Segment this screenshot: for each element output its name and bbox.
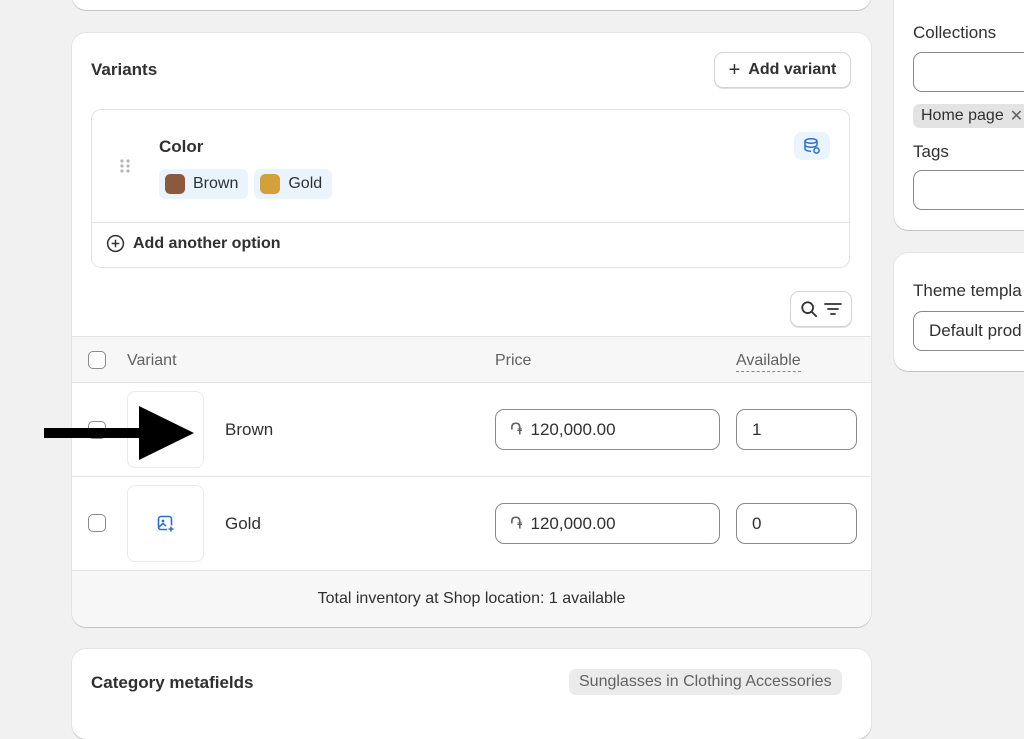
column-available[interactable]: Available	[736, 352, 801, 372]
search-icon	[801, 301, 818, 318]
organization-card: Collections Home page ✕ Tags	[894, 0, 1024, 230]
price-input[interactable]: ֏ 120,000.00	[495, 409, 720, 450]
table-row[interactable]: Gold ֏ 120,000.00 0	[72, 477, 871, 571]
tags-label: Tags	[913, 142, 949, 161]
row-checkbox[interactable]	[88, 514, 106, 532]
category-metafields-title: Category metafields	[91, 673, 254, 692]
add-variant-button[interactable]: + Add variant	[714, 52, 851, 88]
chip-label: Brown	[193, 175, 239, 192]
previous-card	[72, 0, 871, 10]
filter-icon	[824, 303, 842, 315]
chip-label: Gold	[288, 175, 323, 192]
collections-input[interactable]	[913, 52, 1024, 92]
available-input[interactable]: 0	[736, 503, 857, 544]
column-price[interactable]: Price	[495, 352, 531, 370]
brown-swatch	[165, 174, 185, 194]
add-image-button[interactable]	[127, 485, 204, 562]
collections-label: Collections	[913, 23, 997, 42]
tags-input[interactable]	[913, 170, 1024, 210]
variants-title: Variants	[91, 60, 158, 79]
option-value-chip[interactable]: Gold	[254, 169, 333, 199]
theme-template-card: Theme templa Default prod	[894, 253, 1024, 371]
option-box: Color Brown Gold Add another option	[91, 109, 850, 268]
option-value-chip[interactable]: Brown	[159, 169, 249, 199]
search-filter-button[interactable]	[790, 291, 852, 327]
gold-swatch	[260, 174, 281, 194]
currency-symbol: ֏	[510, 419, 523, 439]
plus-icon: +	[728, 59, 741, 81]
total-inventory-text: Total inventory at Shop location: 1 avai…	[317, 590, 626, 607]
add-variant-label: Add variant	[748, 61, 837, 78]
drag-handle-icon[interactable]	[119, 158, 131, 174]
theme-template-label: Theme templa	[913, 281, 1022, 300]
option-divider	[92, 222, 849, 223]
column-variant[interactable]: Variant	[127, 352, 177, 370]
available-value: 0	[752, 513, 762, 533]
price-value: 120,000.00	[530, 419, 616, 439]
category-badge: Sunglasses in Clothing Accessories	[569, 669, 842, 695]
table-header: Variant Price Available	[72, 336, 871, 383]
price-input[interactable]: ֏ 120,000.00	[495, 503, 720, 544]
variants-card: Variants + Add variant Color Brown Gold	[72, 33, 871, 627]
theme-template-value: Default prod	[929, 321, 1022, 340]
collection-tag-label: Home page	[921, 107, 1004, 124]
price-value: 120,000.00	[530, 513, 616, 533]
arrow-annotation	[44, 406, 194, 460]
plus-circle-icon	[106, 234, 125, 253]
variant-name[interactable]: Brown	[225, 420, 273, 440]
category-metafields-card: Category metafields Sunglasses in Clothi…	[72, 649, 871, 739]
option-values: Brown Gold	[159, 169, 338, 199]
select-all-checkbox[interactable]	[88, 351, 106, 369]
add-image-icon	[157, 515, 175, 533]
remove-tag-icon[interactable]: ✕	[1010, 106, 1023, 126]
available-value: 1	[752, 419, 762, 439]
add-another-option-label: Add another option	[133, 234, 281, 252]
available-input[interactable]: 1	[736, 409, 857, 450]
inventory-footer: Total inventory at Shop location: 1 avai…	[72, 571, 871, 627]
database-icon[interactable]	[794, 132, 830, 160]
category-badge-label: Sunglasses in Clothing Accessories	[579, 673, 832, 690]
theme-template-select[interactable]: Default prod	[913, 311, 1024, 351]
option-name[interactable]: Color	[159, 137, 203, 157]
add-another-option-button[interactable]: Add another option	[106, 234, 281, 253]
variant-name[interactable]: Gold	[225, 514, 261, 534]
collection-tag: Home page ✕	[913, 104, 1024, 128]
currency-symbol: ֏	[510, 513, 523, 533]
